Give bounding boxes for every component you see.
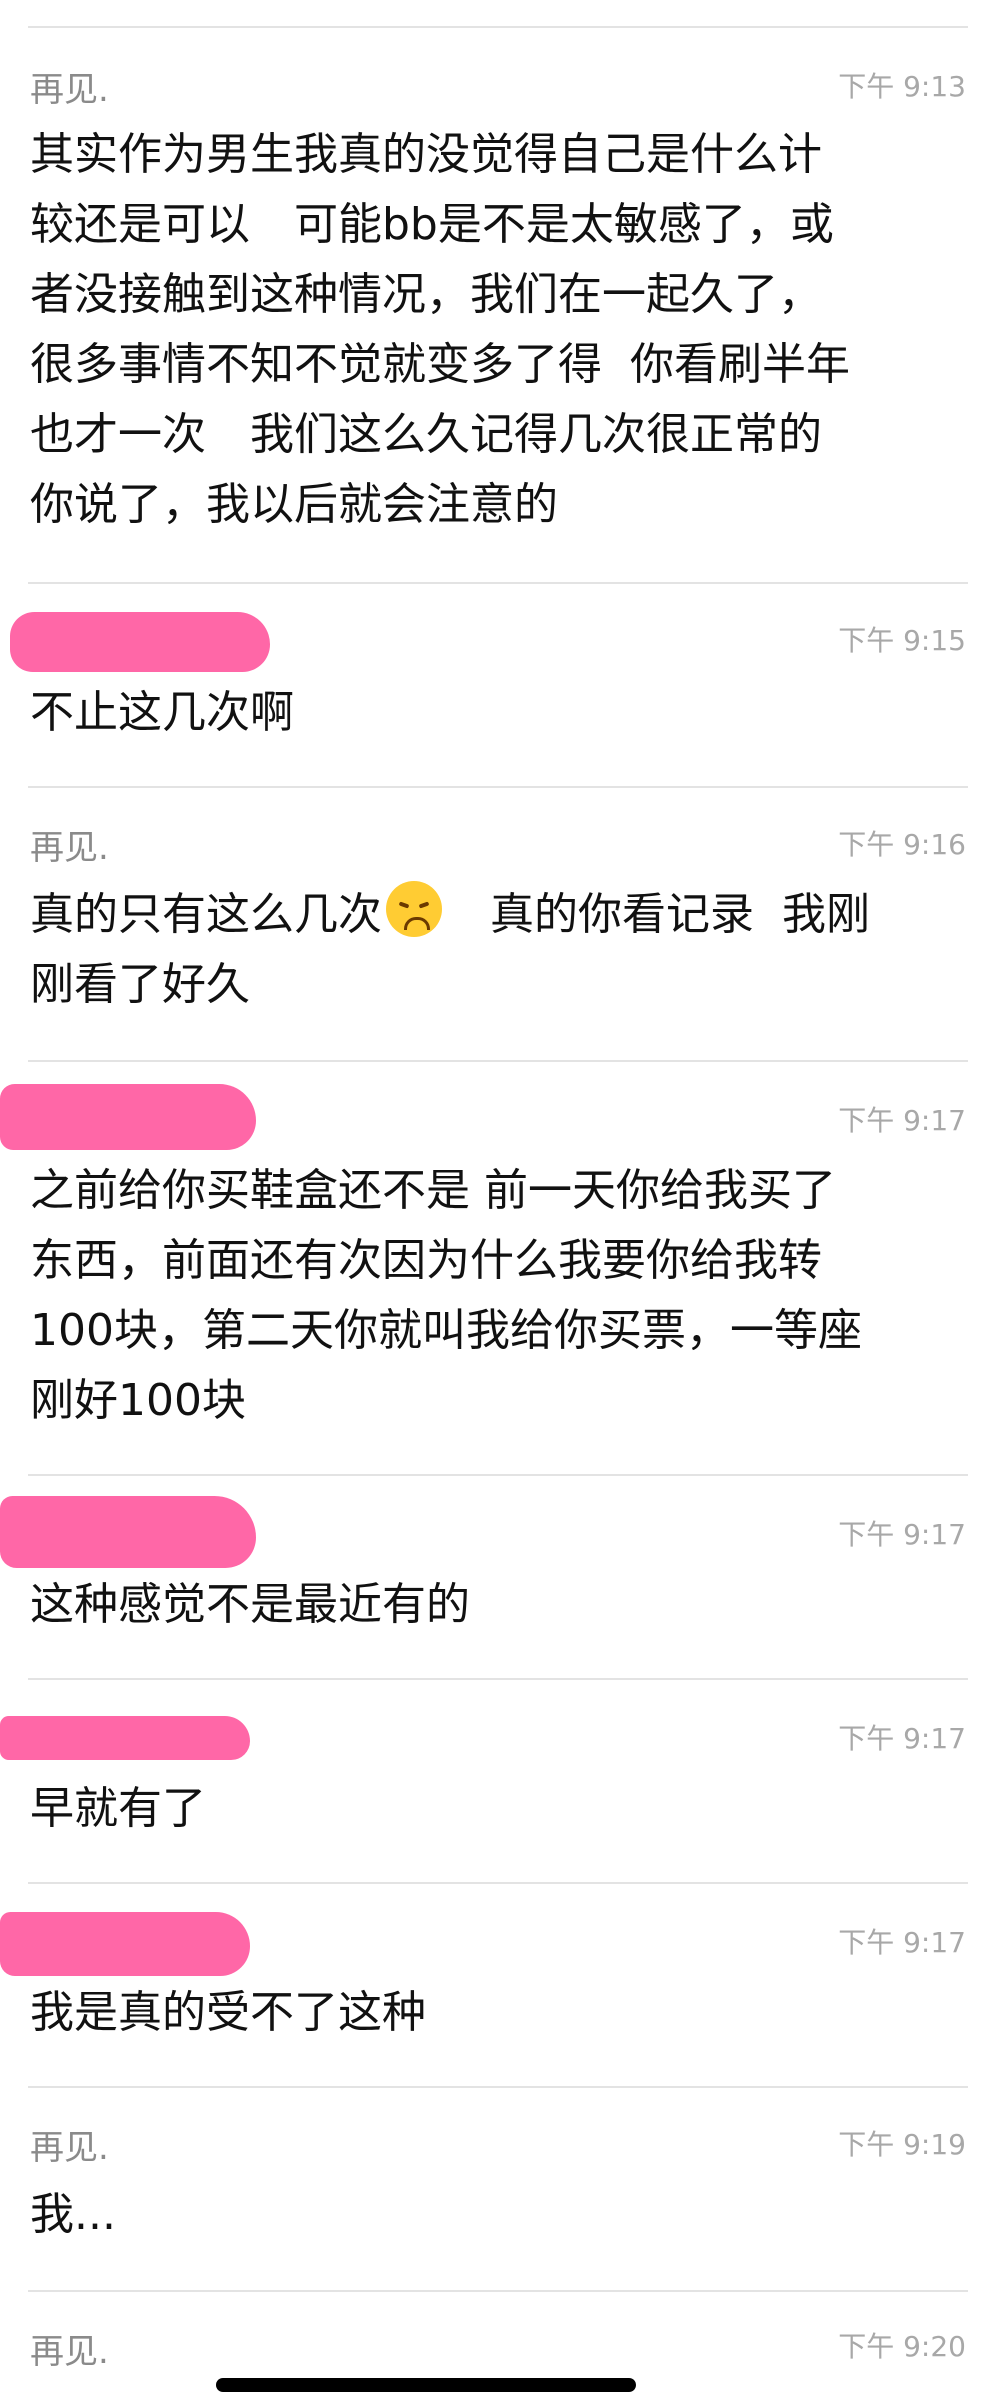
message-line: 之前给你买鞋盒还不是 前一天你给我买了 <box>30 1165 836 1216</box>
message-line: 刚看了好久 <box>30 959 250 1010</box>
message-line: 我是真的受不了这种 <box>30 1987 426 2038</box>
message-item[interactable]: 下午 9:17 之前给你买鞋盒还不是 前一天你给我买了 东西，前面还有次因为什么… <box>0 1060 1006 1474</box>
message-line: 东西，前面还有次因为什么我要你给我转 <box>30 1235 822 1286</box>
message-sender: 再见. <box>30 2128 109 2168</box>
message-text: 早就有了 <box>30 1774 960 1844</box>
message-sender: 再见. <box>30 2332 109 2372</box>
redacted-sender <box>0 1716 250 1760</box>
home-indicator[interactable] <box>216 2378 636 2392</box>
redacted-sender <box>0 1496 256 1568</box>
message-line: 不止这几次啊 <box>30 687 294 738</box>
message-item[interactable]: 再见. 下午 9:13 其实作为男生我真的没觉得自己是什么计 较还是可以 可能b… <box>0 26 1006 586</box>
message-time: 下午 9:17 <box>838 1926 966 1959</box>
message-text: 这种感觉不是最近有的 <box>30 1570 960 1640</box>
message-text: 我... <box>30 2180 960 2250</box>
message-item[interactable]: 下午 9:17 我是真的受不了这种 <box>0 1882 1006 2086</box>
message-text-after-emoji: 真的你看记录 我刚 <box>446 889 870 940</box>
message-sender: 再见. <box>30 828 109 868</box>
message-text-before-emoji: 真的只有这么几次 <box>30 889 382 940</box>
message-line: 者没接触到这种情况，我们在一起久了， <box>30 269 822 320</box>
message-time: 下午 9:20 <box>838 2330 966 2363</box>
message-time: 下午 9:19 <box>838 2128 966 2161</box>
message-line: 这种感觉不是最近有的 <box>30 1579 470 1630</box>
message-time: 下午 9:15 <box>838 624 966 657</box>
message-text: 真的只有这么几次 真的你看记录 我刚 刚看了好久 <box>30 880 960 1020</box>
disappointed-face-icon <box>386 881 442 937</box>
message-line: 很多事情不知不觉就变多了得 你看刷半年 <box>30 339 850 390</box>
message-time: 下午 9:13 <box>838 70 966 103</box>
message-line: 也才一次 我们这么久记得几次很正常的 <box>30 409 822 460</box>
message-line: 100块，第二天你就叫我给你买票，一等座 <box>30 1305 862 1356</box>
message-item[interactable]: 下午 9:17 早就有了 <box>0 1678 1006 1882</box>
message-item[interactable]: 下午 9:15 不止这几次啊 <box>0 582 1006 786</box>
message-line: 早就有了 <box>30 1783 206 1834</box>
message-time: 下午 9:17 <box>838 1104 966 1137</box>
message-text: 之前给你买鞋盒还不是 前一天你给我买了 东西，前面还有次因为什么我要你给我转 1… <box>30 1156 960 1436</box>
message-time: 下午 9:17 <box>838 1518 966 1551</box>
message-line: 其实作为男生我真的没觉得自己是什么计 <box>30 129 822 180</box>
message-text: 其实作为男生我真的没觉得自己是什么计 较还是可以 可能bb是不是太敏感了，或 者… <box>30 120 960 540</box>
message-line: 我... <box>30 2189 116 2240</box>
message-text: 不止这几次啊 <box>30 678 960 748</box>
message-line: 刚好100块 <box>30 1375 246 1426</box>
message-line: 真的只有这么几次 真的你看记录 我刚 <box>30 880 960 950</box>
message-line: 较还是可以 可能bb是不是太敏感了，或 <box>30 199 834 250</box>
redacted-sender <box>0 1912 250 1976</box>
message-time: 下午 9:16 <box>838 828 966 861</box>
message-text: 我是真的受不了这种 <box>30 1978 960 2048</box>
message-item[interactable]: 下午 9:17 这种感觉不是最近有的 <box>0 1474 1006 1678</box>
redacted-sender <box>0 1084 256 1150</box>
redacted-sender <box>10 612 270 672</box>
message-time: 下午 9:17 <box>838 1722 966 1755</box>
message-item[interactable]: 再见. 下午 9:19 我... <box>0 2086 1006 2290</box>
message-line: 你说了，我以后就会注意的 <box>30 479 558 530</box>
message-sender: 再见. <box>30 70 109 110</box>
message-item[interactable]: 再见. 下午 9:16 真的只有这么几次 真的你看记录 我刚 刚看了好久 <box>0 786 1006 1062</box>
